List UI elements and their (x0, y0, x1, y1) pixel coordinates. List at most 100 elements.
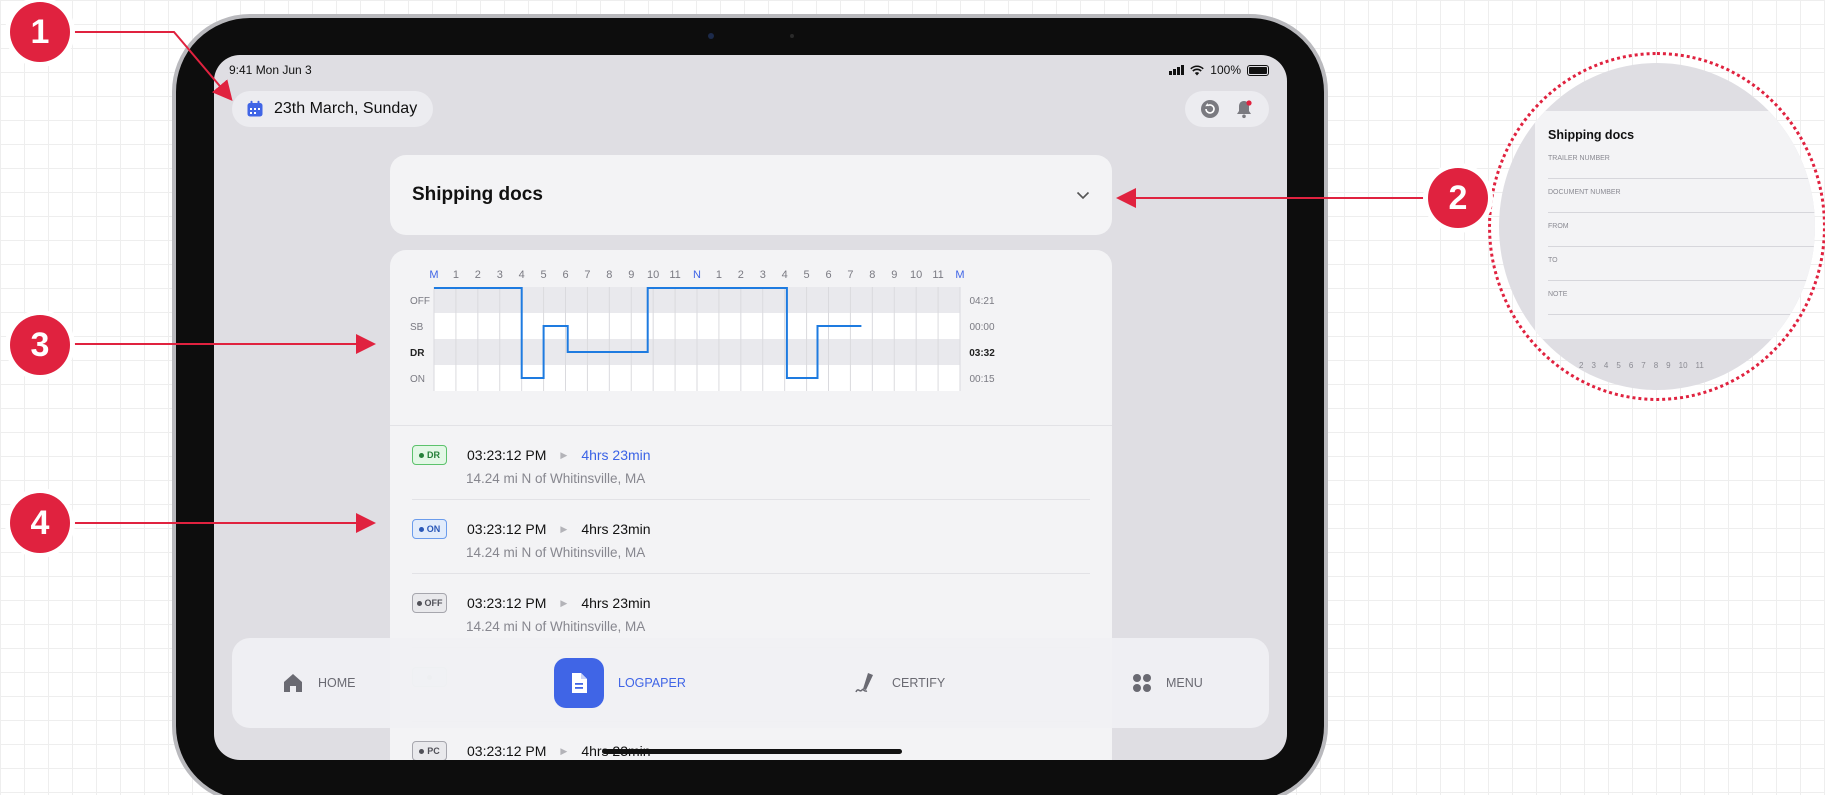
nav-logpaper[interactable]: LOGPAPER (554, 638, 686, 728)
callout-badge: 3 (10, 315, 70, 375)
event-location: 14.24 mi N of Whitinsville, MA (466, 471, 646, 486)
chart-row-label: OFF (410, 296, 430, 307)
status-badge: ON (412, 519, 447, 539)
event-duration: 4hrs 23min (581, 595, 651, 611)
caret-right-icon: ▶ (560, 597, 568, 608)
chart-hour-label: 1 (453, 269, 459, 281)
chart-hour-label: 10 (910, 269, 922, 281)
callout-badge: 4 (10, 493, 70, 553)
duty-chart-svg: OFF 04:21 SB 00:00 DR 03:32 ON 00:15 M 1 2 3 4 5 6 7 8 9 1… (410, 269, 995, 391)
chart-hour-label: 6 (562, 269, 568, 281)
home-indicator (602, 749, 902, 754)
chart-hour-label: 2 (475, 269, 481, 281)
trailer-number-field[interactable]: TRAILER NUMBER (1548, 147, 1815, 179)
chart-hour-label: 9 (628, 269, 634, 281)
nav-logpaper-label: LOGPAPER (618, 676, 686, 690)
event-time: 03:23:12 PM (467, 743, 547, 759)
chart-hour-label: 7 (847, 269, 853, 281)
wifi-icon (1190, 64, 1205, 75)
chart-hour-label: M (429, 269, 438, 281)
chart-hour-label: 3 (497, 269, 503, 281)
chart-row-total: 00:00 (969, 322, 994, 333)
event-time: 03:23:12 PM (467, 521, 547, 537)
nav-home[interactable]: HOME (282, 638, 356, 728)
chart-row-total: 03:32 (969, 348, 995, 359)
note-field[interactable]: NOTE (1548, 283, 1815, 315)
event-item[interactable]: OFF 03:23:12 PM ▶ 4hrs 23min 14.24 mi N … (412, 574, 1090, 648)
callout-badge: 1 (10, 2, 70, 62)
event-duration: 4hrs 23min (581, 447, 651, 463)
nav-menu[interactable]: MENU (1132, 638, 1203, 728)
event-duration: 4hrs 23min (581, 521, 651, 537)
chart-hour-label: 11 (669, 269, 680, 281)
chart-hour-label: 2 (738, 269, 744, 281)
chart-row-label: SB (410, 322, 424, 333)
caret-right-icon: ▶ (560, 449, 568, 460)
chart-hour-label: 7 (584, 269, 590, 281)
event-time: 03:23:12 PM (467, 595, 547, 611)
event-item[interactable]: DR 03:23:12 PM ▶ 4hrs 23min 14.24 mi N o… (412, 426, 1090, 500)
chart-row-label: DR (410, 348, 425, 359)
chart-hour-label: 10 (647, 269, 659, 281)
event-location: 14.24 mi N of Whitinsville, MA (466, 619, 646, 634)
event-location: 14.24 mi N of Whitinsville, MA (466, 545, 646, 560)
to-field[interactable]: TO (1548, 249, 1815, 281)
nav-home-label: HOME (318, 676, 356, 690)
status-bar: 9:41 Mon Jun 3 100% (229, 61, 1269, 79)
zoom-form-title: Shipping docs (1548, 128, 1635, 142)
chart-hour-label: 11 (932, 269, 943, 281)
status-badge: OFF (412, 593, 447, 613)
battery-icon (1247, 64, 1269, 76)
notification-bell-icon[interactable] (1234, 99, 1254, 119)
document-number-field[interactable]: DOCUMENT NUMBER (1548, 181, 1815, 213)
nav-menu-label: MENU (1166, 676, 1203, 690)
duty-status-chart: OFF 04:21 SB 00:00 DR 03:32 ON 00:15 M 1 2 3 4 5 6 7 8 9 1… (390, 250, 1112, 426)
chevron-down-icon (1076, 191, 1090, 199)
date-label: 23th March, Sunday (274, 100, 418, 117)
chart-hour-label: N (693, 269, 701, 281)
callout-badge: 2 (1428, 168, 1488, 228)
chart-row-total: 04:21 (969, 296, 994, 307)
shipping-docs-dropdown[interactable]: Shipping docs (390, 155, 1112, 235)
logpaper-icon-tile (554, 658, 604, 708)
header-actions (1185, 91, 1269, 127)
document-icon (572, 673, 587, 693)
bottom-nav: HOME LOGPAPER CERTIFY MENU (232, 638, 1269, 728)
home-icon (284, 674, 302, 692)
nav-certify[interactable]: CERTIFY (854, 638, 945, 728)
status-badge: PC (412, 741, 447, 760)
calendar-icon (247, 100, 263, 117)
chart-hour-label: 4 (519, 269, 525, 281)
signature-pen-icon (855, 673, 873, 693)
chart-row-label: ON (410, 374, 425, 385)
chart-hour-label: 1 (716, 269, 722, 281)
chart-hour-label: 8 (869, 269, 875, 281)
caret-right-icon: ▶ (560, 523, 568, 534)
zoom-shipping-form: Shipping docs TRAILER NUMBER DOCUMENT NU… (1535, 111, 1815, 339)
battery-percent: 100% (1210, 63, 1241, 77)
from-field[interactable]: FROM (1548, 215, 1815, 247)
zoom-detail-circle: Shipping docs TRAILER NUMBER DOCUMENT NU… (1488, 52, 1825, 401)
front-camera (708, 33, 714, 39)
sensor-dot (790, 34, 794, 38)
status-badge: DR (412, 445, 447, 465)
shipping-docs-title: Shipping docs (412, 184, 543, 205)
status-time: 9:41 Mon Jun 3 (229, 63, 312, 77)
sync-icon[interactable] (1200, 99, 1220, 119)
signal-icon (1169, 65, 1185, 75)
tablet-screen: 9:41 Mon Jun 3 100% 23th March, Sunday S… (214, 55, 1287, 760)
status-indicators: 100% (1169, 63, 1269, 77)
date-selector[interactable]: 23th March, Sunday (232, 91, 434, 127)
chart-hour-label: 3 (760, 269, 766, 281)
chart-hour-label: M (955, 269, 964, 281)
event-item[interactable]: ON 03:23:12 PM ▶ 4hrs 23min 14.24 mi N o… (412, 500, 1090, 574)
chart-hour-label: 4 (782, 269, 788, 281)
zoom-hour-ticks: 23 45 67 89 10 11 (1579, 361, 1704, 370)
chart-hour-label: 9 (891, 269, 897, 281)
chart-hour-label: 5 (541, 269, 547, 281)
nav-certify-label: CERTIFY (892, 676, 946, 690)
caret-right-icon: ▶ (560, 745, 568, 756)
event-time: 03:23:12 PM (467, 447, 547, 463)
menu-grid-icon (1133, 674, 1151, 692)
chart-hour-label: 6 (825, 269, 831, 281)
